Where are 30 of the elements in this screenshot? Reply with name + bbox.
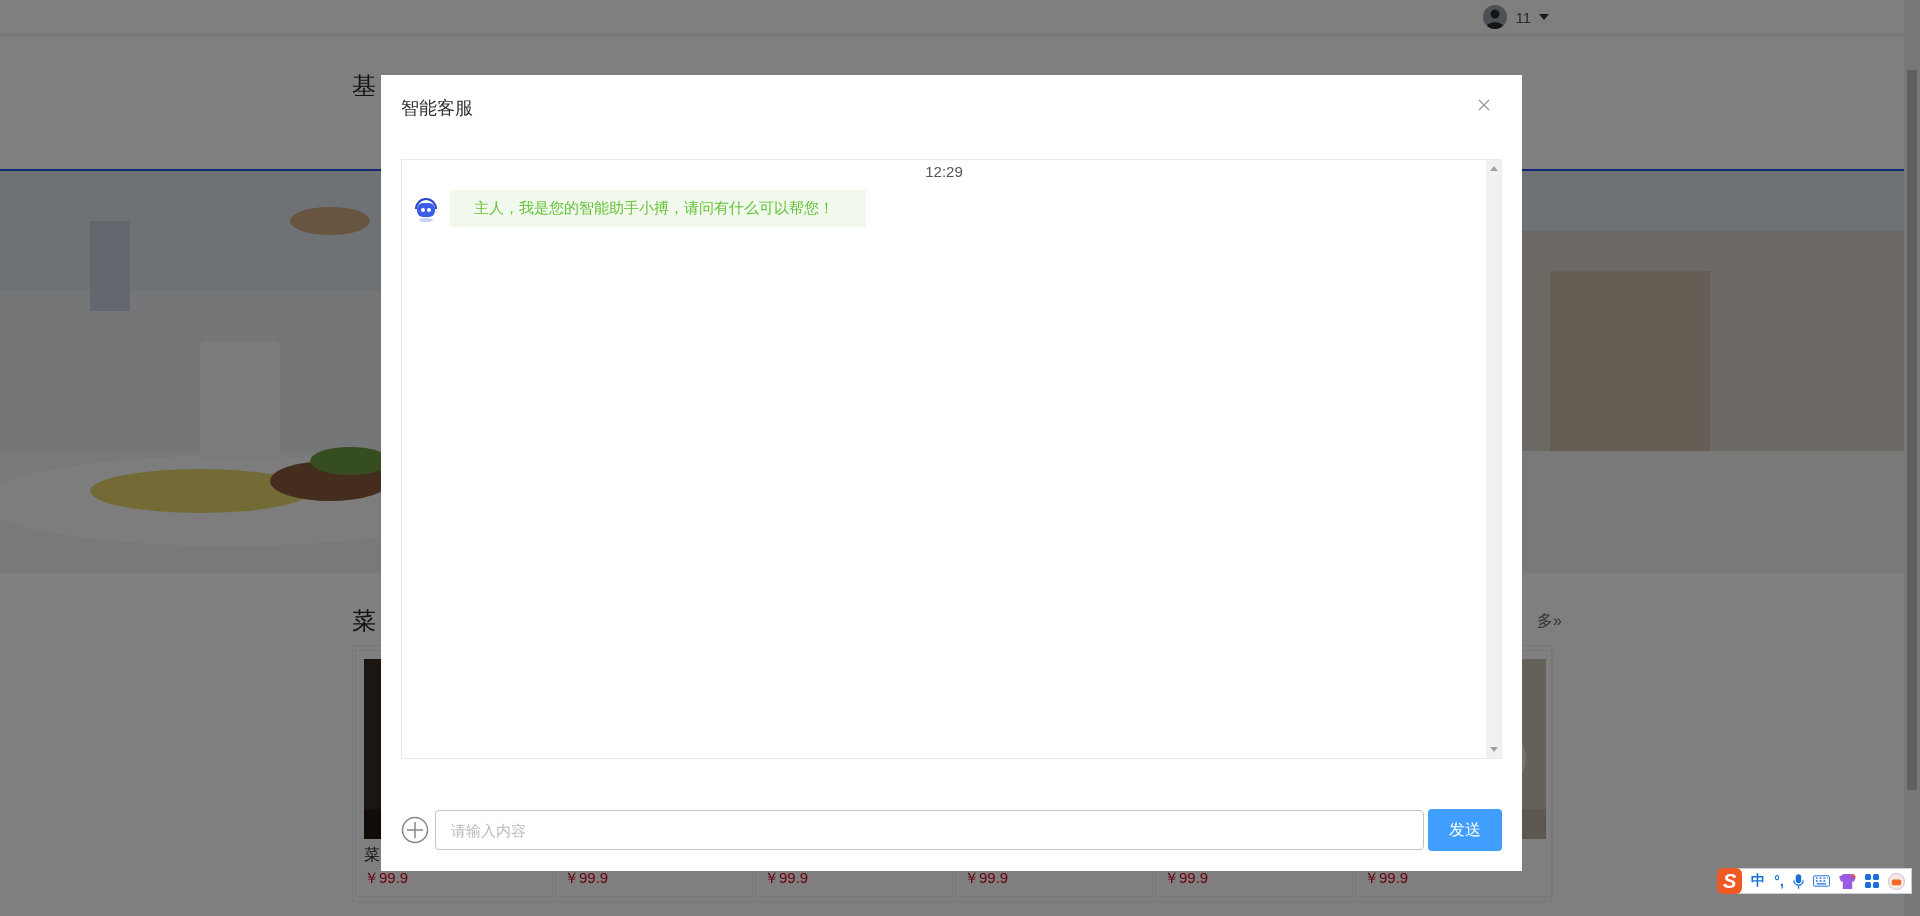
mascot-icon[interactable] (1887, 872, 1905, 890)
add-icon[interactable] (401, 816, 429, 844)
username[interactable]: 11 (1515, 8, 1531, 26)
product-price: ￥99.9 (1164, 869, 1210, 888)
product-price: ￥99.9 (764, 869, 810, 888)
product-price: ￥99.9 (564, 869, 610, 888)
message-input[interactable]: 请输入内容 (435, 810, 1424, 850)
product-name: 菜 (364, 845, 381, 865)
dialog-title: 智能客服 (401, 97, 473, 120)
ime-logo[interactable]: S (1717, 868, 1743, 894)
shirt-icon[interactable] (1838, 873, 1856, 889)
send-button[interactable]: 发送 (1428, 809, 1502, 851)
product-price: ￥99.9 (364, 869, 410, 888)
product-price: ￥99.9 (1364, 869, 1410, 888)
close-icon[interactable] (1478, 99, 1490, 111)
microphone-icon[interactable] (1792, 873, 1804, 889)
scrollbar[interactable] (1904, 0, 1920, 916)
site-title: 基 (352, 71, 376, 101)
keyboard-icon[interactable] (1812, 875, 1830, 887)
more-link[interactable]: 多» (1537, 610, 1562, 632)
product-price: ￥99.9 (964, 869, 1010, 888)
caret-icon[interactable] (1539, 14, 1549, 20)
ime-mode[interactable]: 中 (1751, 872, 1766, 890)
chat-scrollbar[interactable] (1486, 160, 1501, 758)
message-time: 12:29 (924, 163, 964, 180)
scroll-down-icon[interactable] (1489, 747, 1498, 752)
section-title: 菜 (352, 606, 376, 636)
message-bubble: 主人，我是您的智能助手小搏，请问有什么可以帮您！ (450, 190, 866, 227)
ime-punctuation[interactable]: °, (1774, 873, 1784, 889)
grid-icon[interactable] (1864, 874, 1879, 888)
